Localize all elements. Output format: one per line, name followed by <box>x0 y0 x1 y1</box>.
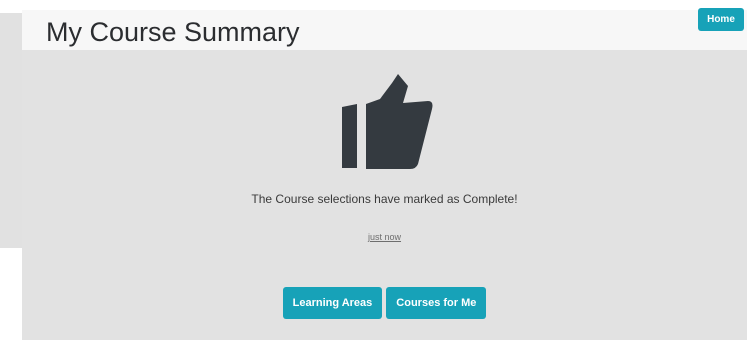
page-title: My Course Summary <box>46 17 300 47</box>
learning-areas-button[interactable]: Learning Areas <box>282 287 383 319</box>
completion-card: The Course selections have marked as Com… <box>22 51 747 340</box>
home-button[interactable]: Home <box>698 8 744 31</box>
thumbs-up-icon <box>342 74 433 169</box>
header-bar: My Course Summary <box>22 10 747 51</box>
timestamp: just now <box>367 232 402 242</box>
completion-message: The Course selections have marked as Com… <box>251 192 518 206</box>
action-buttons: Learning Areas Courses for Me <box>22 287 747 319</box>
courses-for-me-button[interactable]: Courses for Me <box>386 287 487 319</box>
page: My Course Summary Home The Course select… <box>0 0 747 340</box>
